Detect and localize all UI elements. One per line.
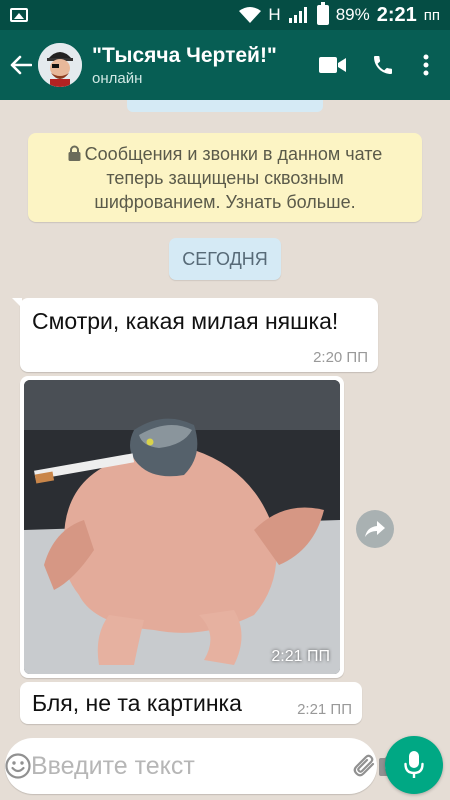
emoji-icon xyxy=(5,753,31,779)
previous-date-pill xyxy=(127,100,323,112)
more-options-button[interactable] xyxy=(408,30,444,100)
message-bubble[interactable]: Бля, не та картинка 2:21 ПП xyxy=(20,682,362,724)
lock-icon xyxy=(68,145,81,161)
chat-title-block[interactable]: "Тысяча Чертей!" онлайн xyxy=(92,44,308,87)
encryption-notice-text: Сообщения и звонки в данном чате теперь … xyxy=(84,144,383,212)
voice-record-button[interactable] xyxy=(385,736,443,794)
message-bubble[interactable]: Смотри, какая милая няшка! 2:20 ПП xyxy=(12,298,378,372)
clock-suffix: пп xyxy=(423,6,440,24)
battery-percent: 89% xyxy=(335,5,370,24)
forward-button[interactable] xyxy=(356,510,394,548)
message-text: Смотри, какая милая няшка! xyxy=(32,308,339,334)
video-call-button[interactable] xyxy=(308,30,358,100)
microphone-icon xyxy=(404,751,424,778)
video-call-icon xyxy=(319,57,346,73)
header-actions xyxy=(308,30,444,100)
battery-icon xyxy=(316,2,329,25)
gallery-notification-icon xyxy=(10,8,28,22)
status-bar: H 89% 2:21 пп xyxy=(0,0,450,30)
voice-call-button[interactable] xyxy=(358,30,408,100)
image-message-bubble[interactable]: 2:21 ПП xyxy=(20,376,344,678)
paperclip-icon xyxy=(353,754,375,777)
back-arrow-icon xyxy=(10,55,32,75)
message-input[interactable] xyxy=(31,751,353,781)
signal-icon xyxy=(288,7,307,23)
attach-button[interactable] xyxy=(353,738,377,794)
network-type: H xyxy=(268,5,281,24)
message-time: 2:20 ПП xyxy=(313,349,368,366)
chat-area[interactable]: Сообщения и звонки в данном чате теперь … xyxy=(0,100,450,735)
more-vert-icon xyxy=(423,54,429,76)
phone-icon xyxy=(374,56,392,74)
photo-image xyxy=(24,380,340,674)
message-photo[interactable]: 2:21 ПП xyxy=(24,380,340,674)
encryption-notice[interactable]: Сообщения и звонки в данном чате теперь … xyxy=(28,133,422,222)
chat-header: "Тысяча Чертей!" онлайн xyxy=(0,30,450,100)
clock-time: 2:21 xyxy=(376,3,417,26)
avatar[interactable] xyxy=(38,43,82,87)
wifi-icon xyxy=(239,7,262,23)
status-bar-right: H 89% 2:21 пп xyxy=(239,2,440,27)
back-button[interactable] xyxy=(6,30,36,100)
date-divider: СЕГОДНЯ xyxy=(169,238,281,280)
forward-icon xyxy=(365,521,385,537)
chat-status: онлайн xyxy=(92,69,143,87)
emoji-button[interactable] xyxy=(5,738,31,794)
message-time: 2:21 ПП xyxy=(297,701,352,718)
message-time: 2:21 ПП xyxy=(271,648,330,665)
status-bar-left xyxy=(10,8,28,22)
pirate-avatar-icon xyxy=(38,43,82,87)
chat-title: "Тысяча Чертей!" xyxy=(92,43,277,67)
message-composer xyxy=(5,738,401,794)
